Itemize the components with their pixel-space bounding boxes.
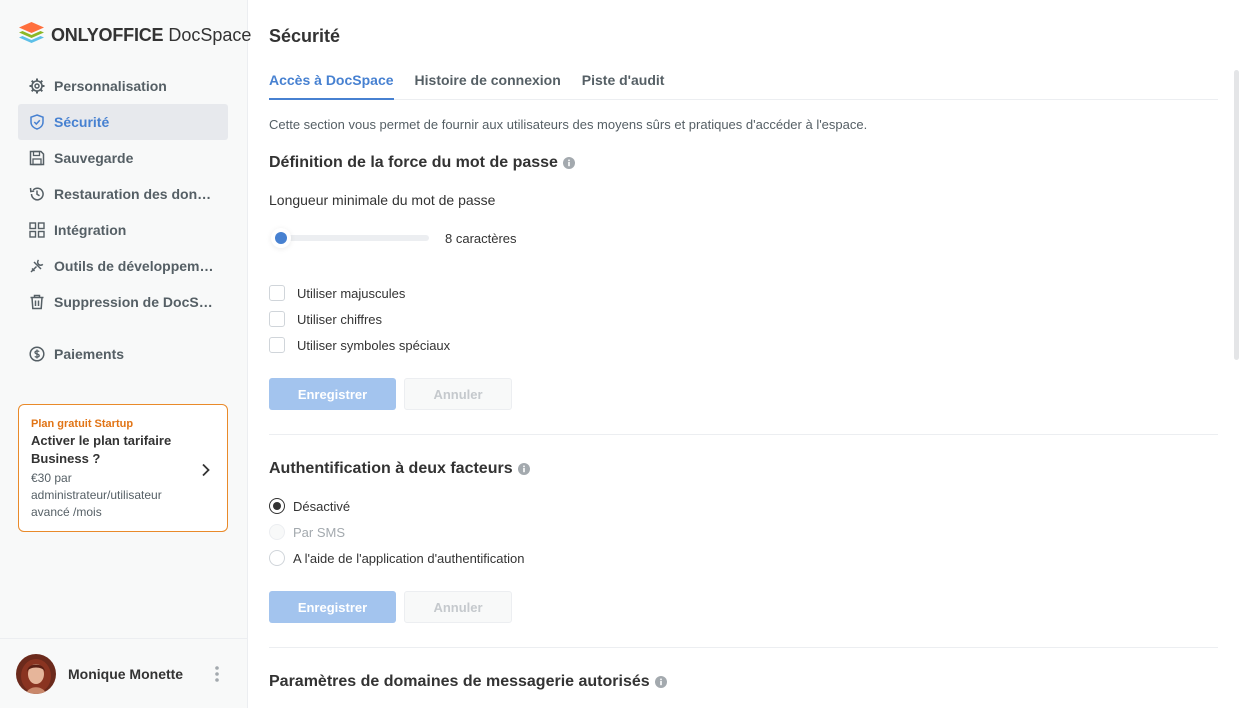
radio-2fa-app[interactable]: A l'aide de l'application d'authentifica…	[269, 549, 525, 567]
user-profile[interactable]: Monique Monette	[0, 638, 248, 708]
radio-button[interactable]	[269, 498, 285, 514]
promo-description: €30 par administrateur/utilisateur avanc…	[31, 471, 162, 519]
two-factor-cancel-button[interactable]: Annuler	[404, 591, 512, 623]
tab-bar: Accès à DocSpace Histoire de connexion P…	[269, 72, 1218, 100]
checkbox-special-symbols[interactable]: Utiliser symboles spéciaux	[269, 336, 450, 354]
history-icon	[28, 185, 46, 203]
info-icon[interactable]	[654, 676, 667, 688]
onlyoffice-logo-icon	[19, 22, 44, 43]
sidebar: ONLYOFFICE DocSpace Personnalisation Séc…	[0, 0, 251, 708]
sidebar-item-label: Restauration des données	[54, 186, 219, 202]
checkbox-digits[interactable]: Utiliser chiffres	[269, 310, 382, 328]
gear-icon	[28, 77, 46, 95]
slider-track	[275, 235, 429, 241]
two-factor-title: Authentification à deux facteurs	[269, 460, 513, 477]
sidebar-item-restauration[interactable]: Restauration des données	[18, 176, 228, 212]
sidebar-item-label: Paiements	[54, 346, 125, 362]
radio-2fa-sms: Par SMS	[269, 523, 345, 541]
sidebar-item-label: Outils de développement	[54, 258, 219, 274]
radio-label: A l'aide de l'application d'authentifica…	[293, 550, 525, 566]
two-factor-heading: Authentification à deux facteurs	[269, 460, 530, 478]
password-length-label: Longueur minimale du mot de passe	[269, 192, 496, 208]
avatar[interactable]	[16, 653, 56, 694]
checkbox-box[interactable]	[269, 337, 285, 353]
sidebar-item-label: Sauvegarde	[54, 150, 134, 166]
sidebar-item-sauvegarde[interactable]: Sauvegarde	[18, 140, 228, 176]
trash-icon	[28, 293, 46, 311]
sidebar-item-paiements[interactable]: Paiements	[18, 336, 228, 372]
checkbox-box[interactable]	[269, 285, 285, 301]
sidebar-item-securite[interactable]: Sécurité	[18, 104, 228, 140]
page-title: Sécurité	[269, 26, 341, 46]
main-content: Sécurité Accès à DocSpace Histoire de co…	[269, 0, 1218, 708]
shield-icon	[28, 113, 46, 131]
tab-acces-docspace[interactable]: Accès à DocSpace	[269, 72, 394, 100]
promo-title: Activer le plan tarifaire Business ?	[31, 433, 172, 466]
sidebar-item-suppression[interactable]: Suppression de DocSpace	[18, 284, 228, 320]
radio-label: Désactivé	[293, 498, 351, 514]
sidebar-item-label: Sécurité	[54, 114, 110, 130]
tools-icon	[28, 257, 46, 275]
checkbox-box[interactable]	[269, 311, 285, 327]
password-cancel-button[interactable]: Annuler	[404, 378, 512, 410]
settings-nav: Personnalisation Sécurité Sauvegarde Res…	[18, 68, 228, 372]
grid-icon	[28, 221, 46, 239]
password-length-value: 8 caractères	[445, 231, 517, 246]
password-length-slider[interactable]	[275, 231, 429, 245]
sidebar-item-personnalisation[interactable]: Personnalisation	[18, 68, 228, 104]
password-save-button[interactable]: Enregistrer	[269, 378, 396, 410]
radio-2fa-disabled[interactable]: Désactivé	[269, 497, 350, 515]
info-icon[interactable]	[517, 463, 530, 475]
upgrade-promo-card[interactable]: Plan gratuit Startup Activer le plan tar…	[18, 404, 228, 532]
app-logo[interactable]: ONLYOFFICE DocSpace	[18, 22, 251, 48]
slider-thumb[interactable]	[275, 232, 287, 244]
section-divider	[269, 647, 1218, 648]
chevron-right-icon	[202, 463, 210, 477]
section-intro: Cette section vous permet de fournir aux…	[269, 117, 868, 132]
sidebar-item-outils[interactable]: Outils de développement	[18, 248, 228, 284]
main-scrollbar[interactable]	[1234, 70, 1239, 360]
app-name: ONLYOFFICE DocSpace	[51, 24, 252, 45]
section-divider	[269, 434, 1218, 435]
info-icon[interactable]	[562, 157, 575, 169]
tab-histoire-connexion[interactable]: Histoire de connexion	[415, 72, 561, 100]
trusted-domains-heading: Paramètres de domaines de messagerie aut…	[269, 673, 667, 691]
tab-piste-audit[interactable]: Piste d'audit	[582, 72, 665, 100]
radio-button[interactable]	[269, 550, 285, 566]
floppy-icon	[28, 149, 46, 167]
password-strength-title: Définition de la force du mot de passe	[269, 154, 558, 171]
sidebar-item-label: Personnalisation	[54, 78, 167, 94]
more-vertical-icon[interactable]	[214, 665, 220, 683]
sidebar-item-integration[interactable]: Intégration	[18, 212, 228, 248]
checkbox-label: Utiliser symboles spéciaux	[297, 337, 451, 353]
checkbox-label: Utiliser chiffres	[297, 311, 383, 327]
coin-icon	[28, 345, 46, 363]
checkbox-label: Utiliser majuscules	[297, 285, 406, 301]
profile-name: Monique Monette	[68, 665, 184, 682]
trusted-domains-title: Paramètres de domaines de messagerie aut…	[269, 673, 650, 690]
checkbox-uppercase[interactable]: Utiliser majuscules	[269, 284, 405, 302]
two-factor-save-button[interactable]: Enregistrer	[269, 591, 396, 623]
password-strength-heading: Définition de la force du mot de passe	[269, 154, 575, 172]
radio-button	[269, 524, 285, 540]
radio-label: Par SMS	[293, 524, 346, 540]
sidebar-item-label: Intégration	[54, 222, 127, 238]
sidebar-item-label: Suppression de DocSpace	[54, 294, 219, 310]
promo-tag: Plan gratuit Startup	[31, 418, 134, 430]
